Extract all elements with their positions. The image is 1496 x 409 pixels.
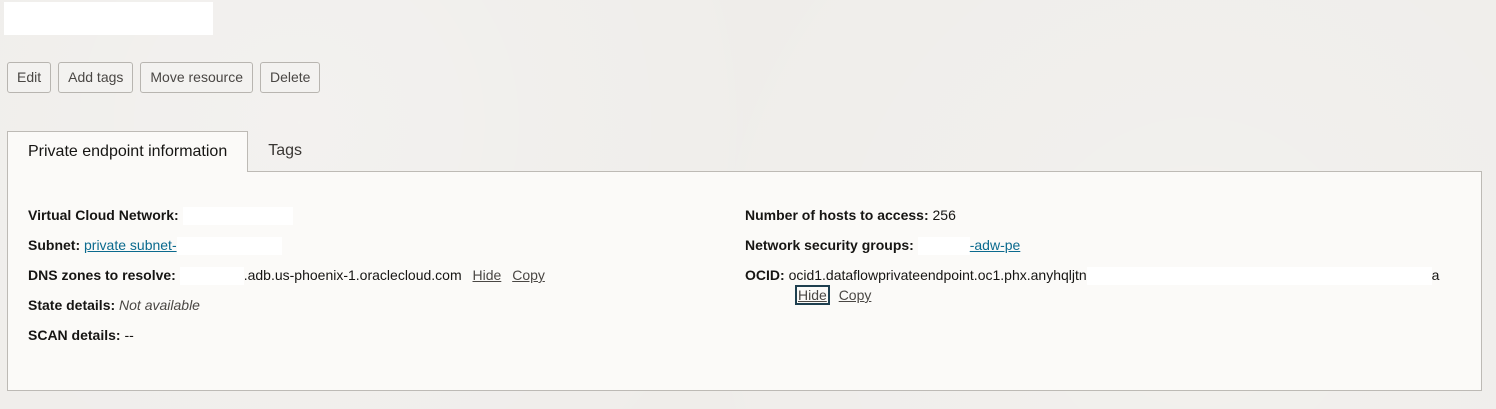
subnet-row: Subnet: private subnet- (28, 236, 282, 256)
ocid-value-tail: a (1431, 267, 1440, 283)
tab-private-endpoint-information[interactable]: Private endpoint information (7, 131, 249, 172)
tab-tags[interactable]: Tags (248, 131, 322, 171)
ocid-row: OCID: ocid1.dataflowprivateendpoint.oc1.… (745, 266, 1440, 286)
nsg-label: Network security groups: (745, 237, 914, 253)
hosts-label: Number of hosts to access: (745, 207, 929, 223)
edit-button[interactable]: Edit (7, 62, 52, 93)
scan-row: SCAN details: -- (28, 326, 134, 344)
state-label: State details: (28, 297, 116, 313)
dns-zone-value: .adb.us-phoenix-1.oraclecloud.com (243, 267, 462, 283)
action-toolbar: Edit Add tags Move resource Delete (7, 62, 321, 93)
subnet-link[interactable]: private subnet- (84, 237, 177, 253)
scan-label: SCAN details: (28, 327, 121, 343)
nsg-redacted-value (917, 237, 970, 256)
dns-hide-link[interactable]: Hide (473, 267, 502, 283)
dns-row: DNS zones to resolve: .adb.us-phoenix-1.… (28, 266, 545, 286)
state-value: Not available (119, 297, 200, 313)
hosts-row: Number of hosts to access: 256 (745, 206, 956, 224)
dns-redacted-value (179, 267, 244, 286)
subnet-redacted-value (176, 237, 282, 256)
redacted-page-title (4, 2, 213, 35)
hosts-value: 256 (932, 207, 956, 223)
add-tags-button[interactable]: Add tags (58, 62, 134, 93)
ocid-value: ocid1.dataflowprivateendpoint.oc1.phx.an… (788, 267, 1087, 283)
ocid-hide-link[interactable]: Hide (795, 285, 830, 305)
ocid-actions: Hide Copy (795, 285, 872, 305)
tab-bar: Private endpoint information Tags (7, 131, 322, 172)
dns-copy-link[interactable]: Copy (512, 267, 545, 283)
delete-button[interactable]: Delete (259, 62, 321, 93)
nsg-row: Network security groups: -adw-pe (745, 236, 1021, 256)
vcn-redacted-value (182, 207, 293, 226)
vcn-row: Virtual Cloud Network: (28, 206, 293, 226)
ocid-label: OCID: (745, 267, 785, 283)
details-panel: Virtual Cloud Network: Subnet: private s… (7, 171, 1482, 391)
move-resource-button[interactable]: Move resource (140, 62, 253, 93)
scan-value: -- (124, 327, 134, 343)
vcn-label: Virtual Cloud Network: (28, 207, 179, 223)
ocid-redacted-value (1086, 267, 1432, 286)
state-row: State details: Not available (28, 296, 200, 314)
dns-label: DNS zones to resolve: (28, 267, 176, 283)
ocid-copy-link[interactable]: Copy (839, 287, 872, 303)
subnet-label: Subnet: (28, 237, 81, 253)
nsg-link[interactable]: -adw-pe (970, 237, 1021, 253)
